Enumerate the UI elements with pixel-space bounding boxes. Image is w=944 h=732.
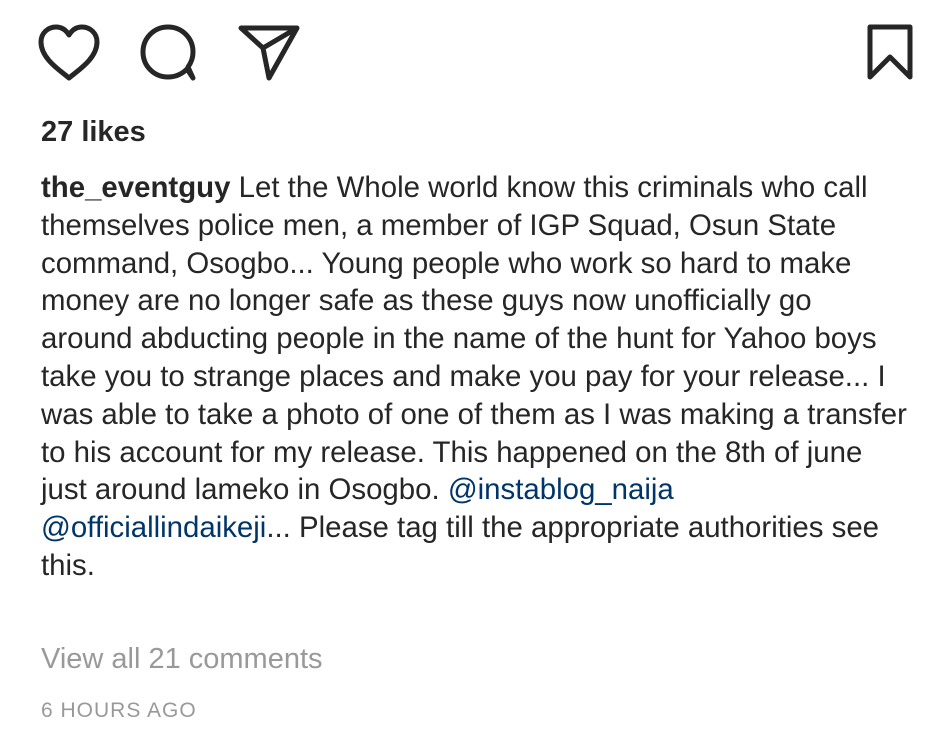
save-bookmark-icon[interactable] xyxy=(867,24,913,80)
mention-instablog-naija[interactable]: @instablog_naija xyxy=(448,473,674,506)
caption-username[interactable]: the_eventguy xyxy=(41,171,230,204)
post-caption: the_eventguy Let the Whole world know th… xyxy=(41,169,911,585)
post-timestamp: 6 HOURS AGO xyxy=(41,699,197,722)
mention-officiallindaikeji[interactable]: @officiallindaikeji xyxy=(41,511,266,544)
view-all-comments-link[interactable]: View all 21 comments xyxy=(41,640,323,678)
post-action-bar xyxy=(0,0,944,110)
comment-bubble-icon[interactable] xyxy=(140,24,198,81)
like-heart-icon[interactable] xyxy=(38,24,100,81)
likes-count[interactable]: 27 likes xyxy=(41,113,146,151)
share-paper-plane-icon[interactable] xyxy=(238,25,300,81)
caption-text: Let the Whole world know this criminals … xyxy=(41,171,907,507)
